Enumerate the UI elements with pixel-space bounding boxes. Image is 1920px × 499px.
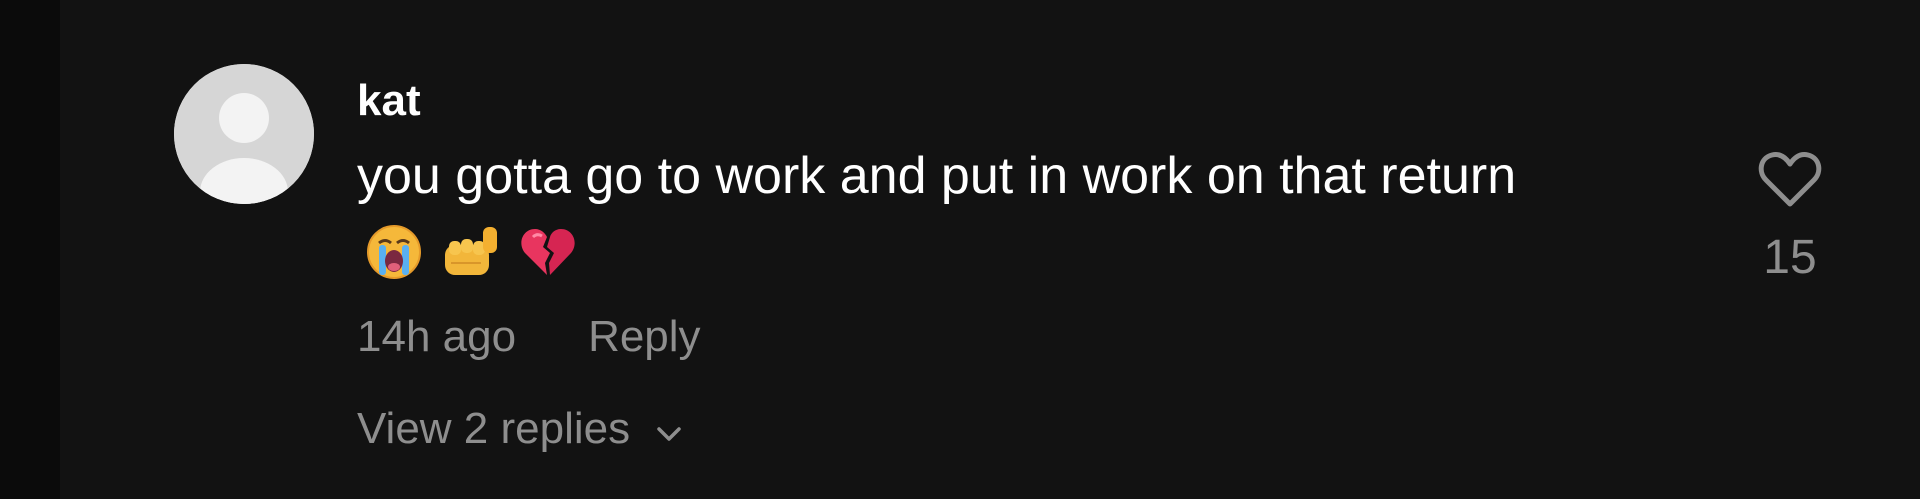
avatar[interactable]: [174, 64, 314, 204]
comment-item: kat you gotta go to work and put in work…: [0, 0, 1920, 499]
oncoming-fist-icon: [441, 223, 501, 281]
comment-text: you gotta go to work and put in work on …: [357, 147, 1517, 205]
comment-emojis: [365, 222, 577, 282]
comment-timestamp: 14h ago: [357, 312, 517, 361]
heart-outline-icon[interactable]: [1758, 150, 1822, 213]
comment-meta: 14h ago Reply: [357, 312, 701, 362]
view-replies-label: View 2 replies: [357, 404, 631, 453]
default-avatar-icon: [174, 64, 314, 204]
like-button[interactable]: 15: [1755, 150, 1825, 285]
like-count: 15: [1763, 231, 1817, 284]
broken-heart-icon: [519, 223, 577, 281]
reply-button[interactable]: Reply: [588, 312, 701, 362]
view-replies-button[interactable]: View 2 replies: [357, 404, 682, 454]
comment-username[interactable]: kat: [357, 76, 421, 126]
loudly-crying-face-icon: [365, 223, 423, 281]
chevron-down-icon: [656, 404, 682, 454]
